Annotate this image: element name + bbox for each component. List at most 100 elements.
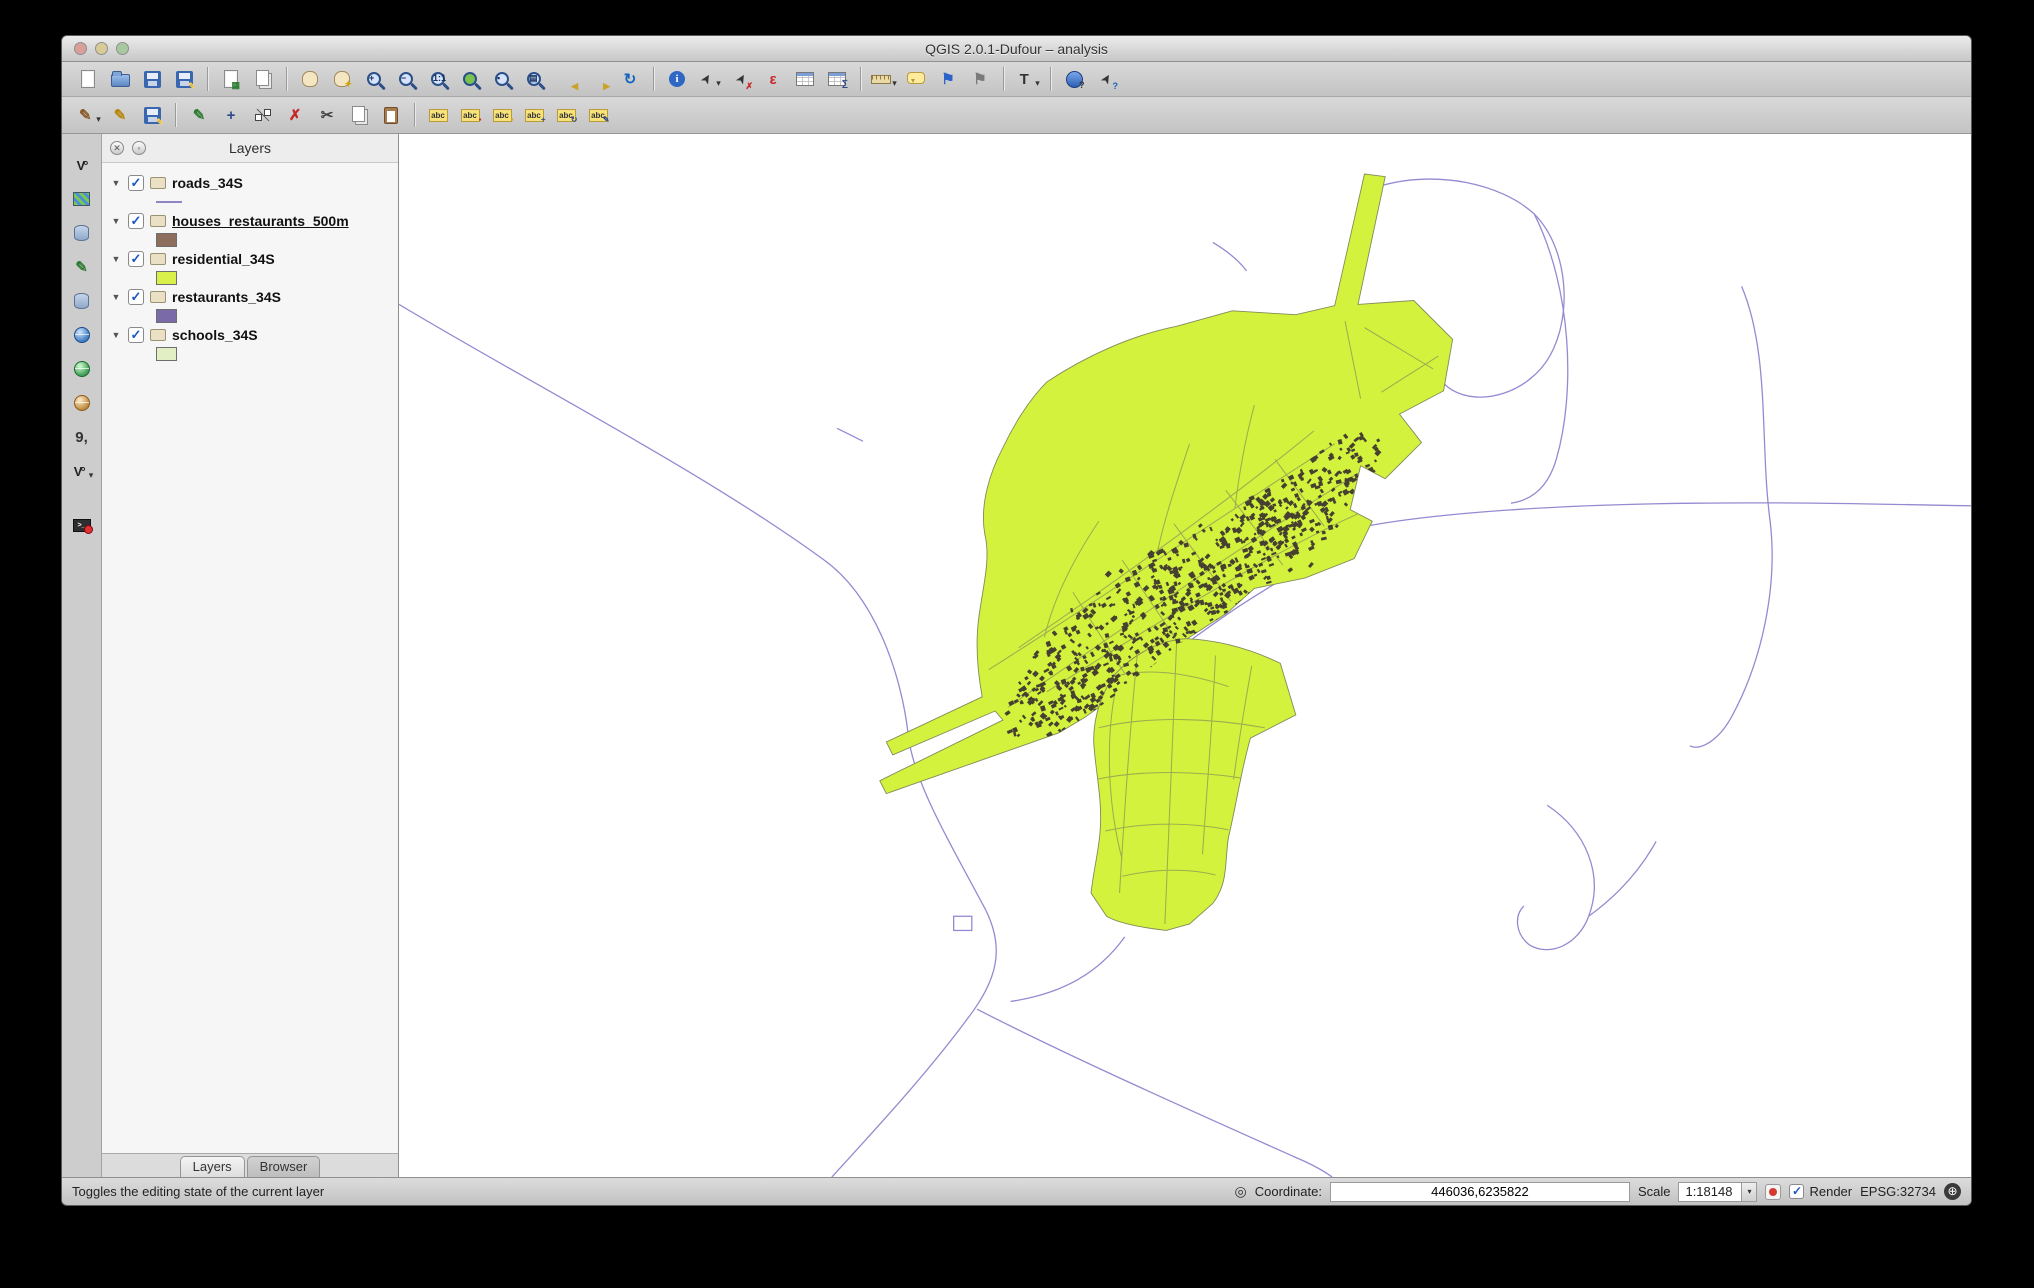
expand-arrow-icon[interactable]: ▼ [110,330,122,340]
crs-status-icon[interactable]: ⊕ [1944,1183,1961,1200]
layer-type-icon [150,291,166,303]
layer-item-residential_34S[interactable]: ▼✓residential_34S [108,247,398,270]
expand-arrow-icon[interactable]: ▼ [110,254,122,264]
panel-tab-browser[interactable]: Browser [247,1156,321,1177]
render-checkbox[interactable]: ✓ [1789,1184,1804,1199]
add-delimited-text-layer-button[interactable]: 9, [67,423,97,451]
zoom-to-selection-button[interactable]: ▪ [487,65,517,93]
layer-item-houses_restaurants_500m[interactable]: ▼✓houses_restaurants_500m [108,209,398,232]
composer-manager-button[interactable] [248,65,278,93]
expand-arrow-icon[interactable]: ▼ [110,292,122,302]
vector-layer-tools-button[interactable]: ▾ [67,457,97,485]
whats-this-button[interactable]: ? [1091,65,1121,93]
change-label-button[interactable]: ✎ [583,101,613,129]
layer-visibility-checkbox[interactable]: ✓ [128,327,144,343]
window-minimize-button[interactable] [95,42,108,55]
window-titlebar[interactable]: QGIS 2.0.1-Dufour – analysis [62,36,1971,62]
rotate-label-button[interactable]: ↻ [551,101,581,129]
measure-line-button[interactable]: ▾ [869,65,899,93]
expand-arrow-icon[interactable]: ▼ [110,216,122,226]
new-project-button[interactable] [73,65,103,93]
zoom-native-button[interactable]: 1:1 [423,65,453,93]
new-bookmark-button[interactable]: ⚑ [933,65,963,93]
stop-render-icon[interactable] [1765,1184,1781,1200]
layer-item-restaurants_34S[interactable]: ▼✓restaurants_34S [108,285,398,308]
move-label-button[interactable]: + [519,101,549,129]
layer-visibility-checkbox[interactable]: ✓ [128,213,144,229]
current-edits-button[interactable]: ✎▾ [73,101,103,129]
open-project-button[interactable] [105,65,135,93]
highlight-labels-button[interactable]: ▪ [487,101,517,129]
layer-item-roads_34S[interactable]: ▼✓roads_34S [108,171,398,194]
layer-item-schools_34S[interactable]: ▼✓schools_34S [108,323,398,346]
zoom-to-layer-button[interactable]: ▤ [519,65,549,93]
deselect-features-button[interactable]: ✗ [726,65,756,93]
add-wcs-layer-button[interactable] [67,355,97,383]
zoom-to-layer-icon: ▤ [527,72,541,86]
save-project-button[interactable] [137,65,167,93]
add-postgis-layer-button[interactable] [67,219,97,247]
move-feature-button[interactable]: + [216,101,246,129]
zoom-out-icon: − [399,72,413,86]
add-raster-layer-button[interactable] [67,185,97,213]
layer-visibility-checkbox[interactable]: ✓ [128,251,144,267]
layer-visibility-checkbox[interactable]: ✓ [128,289,144,305]
field-calculator-icon: ∑ [828,72,846,86]
main-toolbar: ✎▦✦+−1:1▪▤◀▶↻▾✗ε∑▾⚑⚑T▾?? [62,62,1971,97]
select-features-button[interactable]: ▾ [694,65,724,93]
scale-combobox[interactable]: 1:18148 ▾ [1678,1182,1757,1202]
coordinate-input[interactable] [1330,1182,1630,1202]
save-layer-edits-button[interactable]: ✎ [137,101,167,129]
add-wfs-layer-button[interactable] [67,389,97,417]
panel-tab-layers[interactable]: Layers [180,1156,245,1177]
map-canvas[interactable] [399,134,1971,1177]
dropdown-caret-icon: ▾ [1035,78,1040,93]
copy-features-button[interactable] [344,101,374,129]
help-contents-button[interactable]: ? [1059,65,1089,93]
add-wcs-layer-icon [74,361,90,377]
show-bookmarks-button[interactable]: ⚑ [965,65,995,93]
mouse-position-icon[interactable]: ◎ [1235,1183,1247,1200]
new-shapefile-layer-button[interactable]: ✎ [67,253,97,281]
new-shapefile-layer-icon: ✎ [72,257,92,277]
delete-selected-button[interactable]: ✗ [280,101,310,129]
node-tool-button[interactable] [248,101,278,129]
zoom-full-extent-icon [463,72,477,86]
add-feature-button[interactable]: ✎ [184,101,214,129]
pin-labels-button[interactable]: ▪ [455,101,485,129]
field-calculator-button[interactable]: ∑ [822,65,852,93]
cut-features-icon: ✂ [317,105,337,125]
python-console-button[interactable] [67,511,97,539]
new-print-composer-button[interactable]: ▦ [216,65,246,93]
add-spatialite-layer-button[interactable] [67,287,97,315]
layer-labeling-options-button[interactable] [423,101,453,129]
pan-to-selection-button[interactable]: ✦ [327,65,357,93]
new-bookmark-icon: ⚑ [938,69,958,89]
text-annotation-button[interactable]: T▾ [1012,65,1042,93]
open-attribute-table-button[interactable] [790,65,820,93]
zoom-next-button[interactable]: ▶ [583,65,613,93]
select-by-expression-button[interactable]: ε [758,65,788,93]
save-project-as-button[interactable]: ✎ [169,65,199,93]
layer-visibility-checkbox[interactable]: ✓ [128,175,144,191]
zoom-last-button[interactable]: ◀ [551,65,581,93]
zoom-full-extent-button[interactable] [455,65,485,93]
map-tips-button[interactable] [901,65,931,93]
refresh-map-button[interactable]: ↻ [615,65,645,93]
add-wfs-layer-icon [74,395,90,411]
add-wms-layer-button[interactable] [67,321,97,349]
identify-features-button[interactable] [662,65,692,93]
add-delimited-text-layer-icon: 9, [72,427,92,447]
zoom-in-button[interactable]: + [359,65,389,93]
expand-arrow-icon[interactable]: ▼ [110,178,122,188]
add-vector-layer-button[interactable] [67,151,97,179]
pan-map-button[interactable] [295,65,325,93]
window-close-button[interactable] [74,42,87,55]
cut-features-button[interactable]: ✂ [312,101,342,129]
window-controls [74,36,129,61]
zoom-out-button[interactable]: − [391,65,421,93]
toggle-editing-button[interactable]: ✎ [105,101,135,129]
chevron-down-icon[interactable]: ▾ [1741,1183,1756,1201]
window-zoom-button[interactable] [116,42,129,55]
paste-features-button[interactable] [376,101,406,129]
